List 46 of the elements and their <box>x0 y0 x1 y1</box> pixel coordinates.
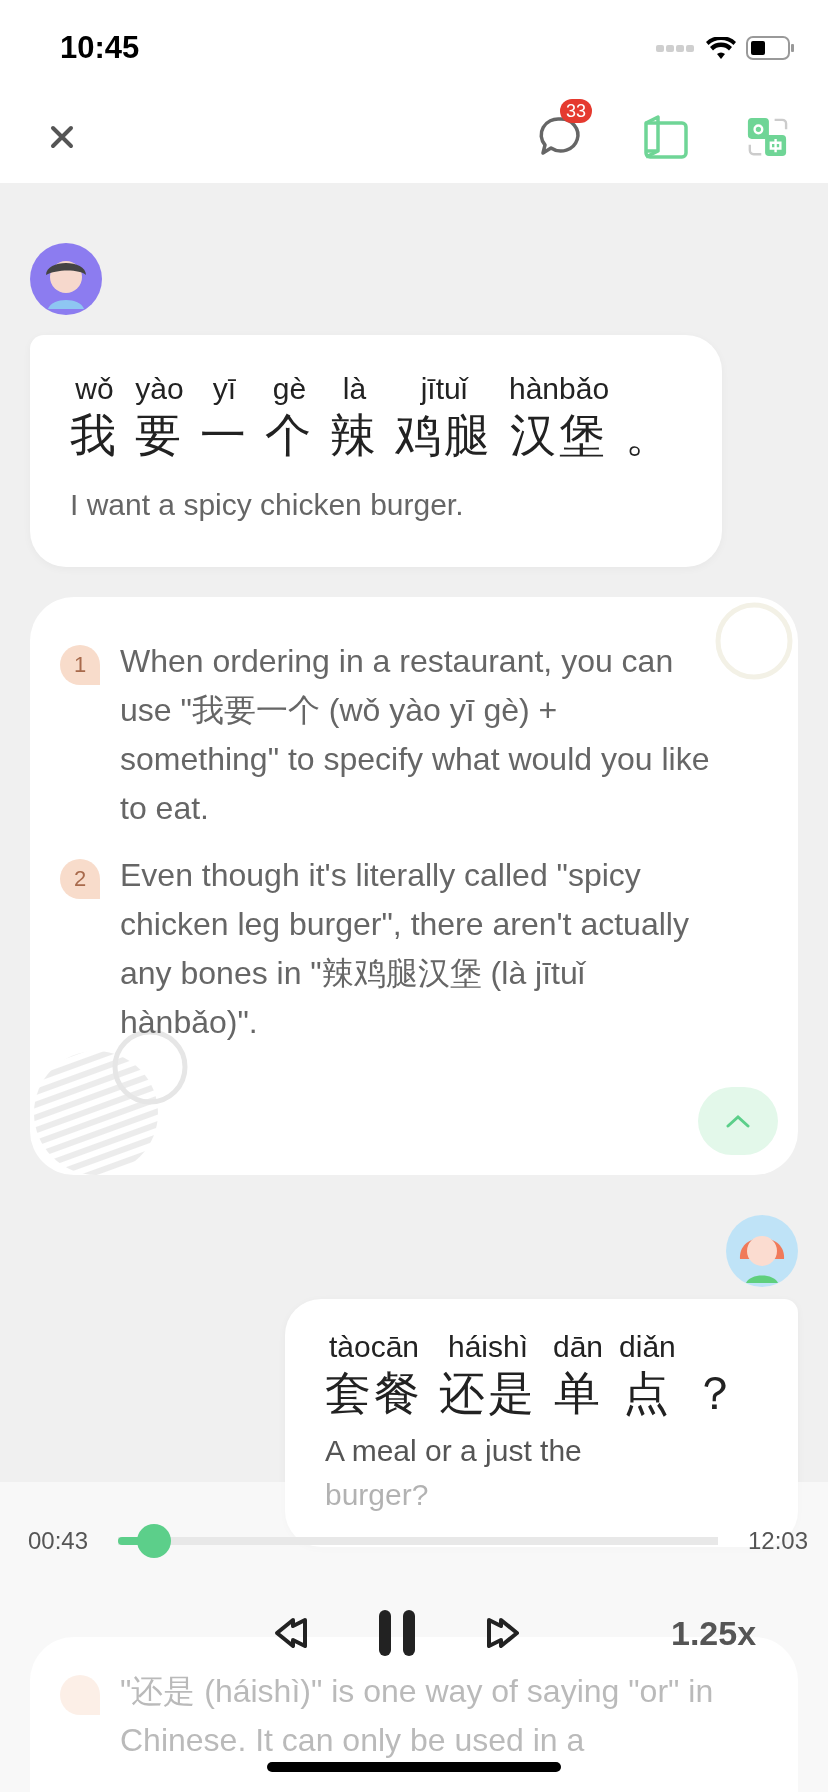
hanzi-text: 还是 <box>439 1366 537 1421</box>
speed-button[interactable]: 1.25x <box>671 1613 757 1653</box>
avatar <box>30 243 102 315</box>
pinyin-text: jītuǐ <box>420 371 468 407</box>
note-text: When ordering in a restaurant, you can use "我要一个 (wǒ yào yī gè) + something" to specify what would you like to eat. <box>120 642 711 828</box>
notification-badge: 33 <box>560 98 593 123</box>
note-text: Even though it's literally called "spicy chicken leg burger", there aren't actually any bones in "辣鸡腿汉堡 (là jītuǐ hànbǎo)". <box>120 856 690 1042</box>
pinyin-text: tàocān <box>328 1329 420 1365</box>
pinyin-text: diǎn <box>619 1329 676 1365</box>
pinyin-text: háishì <box>447 1329 529 1365</box>
hanzi-text: 个 <box>265 408 314 463</box>
hanzi-text: 辣 <box>330 408 379 463</box>
hanzi-text: ？ <box>691 1366 741 1421</box>
translation-text: A meal or a just the burger? <box>325 1433 583 1513</box>
hanzi-text: 套餐 <box>325 1366 423 1421</box>
hanzi-text: 我 <box>70 408 119 463</box>
signal-icon <box>656 43 696 53</box>
hanzi-text: 鸡腿 <box>395 408 493 463</box>
wifi-icon <box>706 37 736 59</box>
slider-thumb[interactable] <box>137 1524 172 1558</box>
battery-icon <box>746 36 794 60</box>
status-time: 10:45 <box>60 30 140 66</box>
note-text: "还是 (háishì)" is one way of saying "or" in Chinese. It can only be used in a <box>120 1672 715 1760</box>
pinyin-text: yào <box>135 371 184 407</box>
hanzi-text: 。 <box>625 408 675 463</box>
translation-text: I want a spicy chicken burger. <box>70 487 465 523</box>
close-icon[interactable] <box>50 124 74 149</box>
current-time: 00:43 <box>28 1527 89 1555</box>
pause-icon[interactable] <box>377 1608 417 1658</box>
hanzi-text: 单 <box>553 1366 603 1421</box>
number-badge: 2 <box>60 859 100 899</box>
pinyin-text: yī <box>212 371 237 407</box>
number-badge <box>60 1675 100 1715</box>
hanzi-text: 汉堡 <box>510 408 609 463</box>
total-time: 12:03 <box>747 1527 808 1555</box>
pinyin-text: hànbǎo <box>509 371 610 407</box>
hanzi-text: 一 <box>200 408 249 463</box>
hanzi-text: 要 <box>135 408 184 463</box>
pinyin-text: là <box>342 371 367 407</box>
hanzi-text: 点 <box>622 1366 672 1421</box>
pinyin-text: gè <box>272 371 307 407</box>
pinyin-text: dān <box>553 1329 604 1365</box>
pinyin-text: wǒ <box>75 371 114 407</box>
avatar <box>726 1215 798 1287</box>
number-badge: 1 <box>60 645 100 685</box>
chevron-icon <box>726 1114 750 1128</box>
